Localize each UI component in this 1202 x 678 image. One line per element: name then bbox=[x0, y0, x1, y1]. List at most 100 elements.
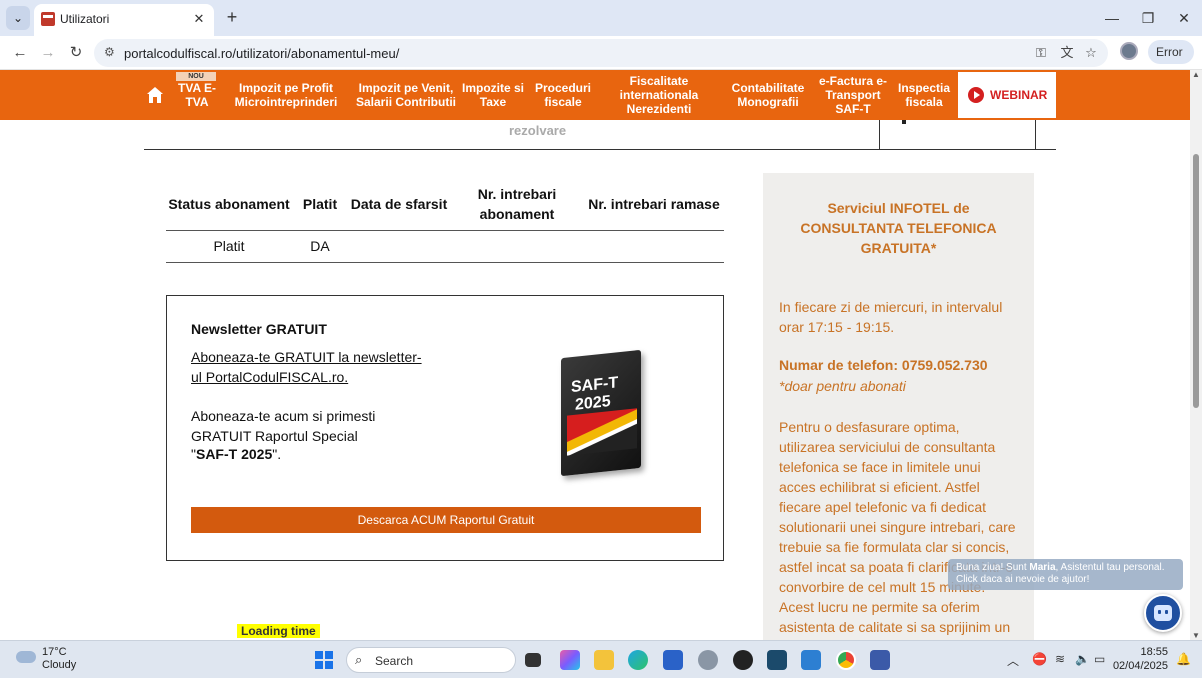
notifications-bell-icon[interactable]: 🔔 bbox=[1176, 652, 1191, 666]
newsletter-box: Newsletter GRATUIT Aboneaza-te GRATUIT l… bbox=[166, 295, 724, 561]
close-tab-icon[interactable]: ✕ bbox=[190, 10, 208, 28]
nav-item-impozit-venit[interactable]: Impozit pe Venit, Salarii Contributii bbox=[356, 70, 456, 120]
table-divider bbox=[879, 120, 880, 150]
browser-tab-bar: ⌄ Utilizatori ✕ + — ❐ ✕ bbox=[0, 0, 1202, 36]
newsletter-subscribe-link[interactable]: Aboneaza-te GRATUIT la newsletter-ul Por… bbox=[191, 347, 431, 387]
table-cell: DA bbox=[292, 230, 348, 263]
password-key-icon[interactable]: ⚿ bbox=[1032, 44, 1050, 62]
weather-temperature[interactable]: 17°C bbox=[42, 646, 67, 658]
security-icon[interactable]: ⛔ bbox=[1032, 652, 1047, 666]
table-cell bbox=[450, 230, 584, 263]
scroll-thumb[interactable] bbox=[1193, 154, 1199, 408]
table-cell bbox=[348, 230, 450, 263]
newsletter-title: Newsletter GRATUIT bbox=[191, 321, 327, 337]
scroll-up-arrow-icon[interactable]: ▲ bbox=[1192, 70, 1200, 79]
clock-time[interactable]: 18:55 bbox=[1120, 646, 1168, 658]
photos-icon[interactable] bbox=[801, 650, 821, 670]
app-icon[interactable] bbox=[733, 650, 753, 670]
table-cell bbox=[584, 230, 724, 263]
infotel-note: *doar pentru abonati bbox=[779, 378, 906, 394]
nav-item-proceduri-fiscale[interactable]: Proceduri fiscale bbox=[532, 70, 594, 120]
nav-item-inspectia-fiscala[interactable]: Inspectia fiscala bbox=[894, 70, 954, 120]
table-cell: Platit bbox=[166, 230, 292, 263]
search-icon: ⌕ bbox=[355, 652, 363, 667]
reload-icon[interactable]: ↻ bbox=[64, 41, 88, 65]
book-cover-stripe bbox=[567, 408, 637, 456]
volume-icon[interactable]: 🔈 bbox=[1075, 652, 1090, 666]
minimize-window-icon[interactable]: — bbox=[1100, 6, 1124, 30]
profile-error-label: Error bbox=[1156, 45, 1183, 59]
infotel-title: Serviciul INFOTEL de CONSULTANTA TELEFON… bbox=[800, 200, 997, 256]
translate-icon[interactable]: 文 bbox=[1058, 44, 1076, 62]
wifi-icon[interactable]: ≋ bbox=[1055, 652, 1065, 666]
download-report-button[interactable]: Descarca ACUM Raportul Gratuit bbox=[191, 507, 701, 533]
nav-item-contabilitate[interactable]: Contabilitate Monografii bbox=[730, 70, 806, 120]
play-circle-icon bbox=[968, 87, 984, 103]
file-explorer-icon[interactable] bbox=[594, 650, 614, 670]
column-header-platit: Platit bbox=[292, 178, 348, 231]
chat-greeting-pre: Buna ziua! Sunt bbox=[956, 562, 1030, 573]
tab-list-chevron-icon[interactable]: ⌄ bbox=[6, 6, 30, 30]
nav-item-impozit-profit[interactable]: Impozit pe Profit Microintreprinderi bbox=[234, 70, 338, 120]
page-scrollbar[interactable]: ▲ ▼ bbox=[1190, 70, 1202, 640]
column-header-nr-intrebari-abonament: Nr. intrebari abonament bbox=[450, 178, 584, 231]
webinar-button[interactable]: WEBINAR bbox=[958, 72, 1056, 118]
infotel-phone: Numar de telefon: 0759.052.730 bbox=[779, 357, 988, 373]
weather-condition[interactable]: Cloudy bbox=[42, 659, 76, 671]
browser-tab-utilizatori[interactable]: Utilizatori ✕ bbox=[34, 4, 214, 36]
nav-item-fiscalitate-internationala[interactable]: Fiscalitate internationala Nerezidenti bbox=[614, 70, 704, 120]
subscription-table: Status abonament Platit Data de sfarsit … bbox=[166, 178, 724, 263]
clock-date[interactable]: 02/04/2025 bbox=[1110, 660, 1168, 672]
site-info-icon[interactable]: ⚙ bbox=[104, 45, 115, 59]
profile-error-chip[interactable]: Error ⋮ bbox=[1148, 40, 1194, 83]
task-view-icon[interactable] bbox=[525, 653, 541, 667]
cloud-icon[interactable] bbox=[16, 651, 36, 663]
robot-face-icon bbox=[1154, 605, 1172, 621]
edge-icon[interactable] bbox=[628, 650, 648, 670]
loading-time-badge: Loading time bbox=[237, 624, 320, 638]
search-label: Search bbox=[375, 654, 414, 668]
url-text[interactable]: portalcodulfiscal.ro/utilizatori/aboname… bbox=[124, 46, 399, 61]
column-header-nr-intrebari-ramase: Nr. intrebari ramase bbox=[584, 178, 724, 231]
close-window-icon[interactable]: ✕ bbox=[1172, 6, 1196, 30]
chat-assistant-bubble[interactable]: Buna ziua! Sunt Maria, Asistentul tau pe… bbox=[948, 559, 1183, 590]
app-icon[interactable] bbox=[767, 650, 787, 670]
profile-avatar-icon[interactable] bbox=[1120, 42, 1138, 60]
taskbar-search[interactable]: ⌕ Search bbox=[346, 647, 516, 673]
table-divider bbox=[1035, 120, 1036, 150]
newsletter-report-name: "SAF-T 2025". bbox=[191, 446, 281, 462]
home-icon[interactable] bbox=[146, 86, 164, 104]
column-header-data-sfarsit: Data de sfarsit bbox=[348, 178, 450, 231]
app-icon[interactable] bbox=[870, 650, 890, 670]
column-header-status: Status abonament bbox=[166, 178, 292, 231]
infotel-body: Pentru o desfasurare optima, utilizarea … bbox=[779, 419, 1016, 640]
new-tab-plus-icon[interactable]: + bbox=[222, 7, 242, 27]
windows-start-icon[interactable] bbox=[315, 651, 333, 669]
browser-toolbar: ← → ↻ ⚙ portalcodulfiscal.ro/utilizatori… bbox=[0, 36, 1202, 70]
tab-title: Utilizatori bbox=[60, 12, 110, 26]
restore-window-icon[interactable]: ❐ bbox=[1136, 6, 1160, 30]
store-icon[interactable] bbox=[663, 650, 683, 670]
site-favicon-icon bbox=[41, 12, 55, 26]
address-bar[interactable]: ⚙ portalcodulfiscal.ro/utilizatori/abona… bbox=[94, 39, 1108, 67]
bookmark-star-icon[interactable]: ☆ bbox=[1082, 44, 1100, 62]
chat-cta: Click daca ai nevoie de ajutor! bbox=[956, 574, 1090, 585]
scroll-down-arrow-icon[interactable]: ▼ bbox=[1192, 631, 1200, 640]
nav-item-impozite-taxe[interactable]: Impozite si Taxe bbox=[462, 70, 524, 120]
windows-taskbar: 17°C Cloudy ⌕ Search ︿ ⛔ ≋ 🔈 ▭ 18:55 02/… bbox=[0, 640, 1202, 678]
show-hidden-icons-chevron-icon[interactable]: ︿ bbox=[1007, 652, 1019, 669]
back-arrow-icon[interactable]: ← bbox=[8, 41, 32, 65]
report-book-image[interactable]: SAF-T 2025 bbox=[561, 349, 641, 477]
forward-arrow-icon[interactable]: → bbox=[36, 41, 60, 65]
battery-icon[interactable]: ▭ bbox=[1094, 652, 1105, 666]
copilot-icon[interactable] bbox=[560, 650, 580, 670]
book-cover-year: 2025 bbox=[575, 392, 611, 414]
chat-bot-icon[interactable] bbox=[1144, 594, 1182, 632]
infotel-schedule: In fiecare zi de miercuri, in intervalul… bbox=[779, 299, 1003, 335]
table-mark bbox=[902, 120, 906, 124]
settings-gear-icon[interactable] bbox=[698, 650, 718, 670]
nav-item-efactura[interactable]: e-Factura e-Transport SAF-T bbox=[818, 70, 888, 120]
chat-greeting-post: , Asistentul tau personal. bbox=[1055, 562, 1165, 573]
chrome-icon[interactable] bbox=[836, 650, 856, 670]
table-divider bbox=[144, 149, 1056, 150]
